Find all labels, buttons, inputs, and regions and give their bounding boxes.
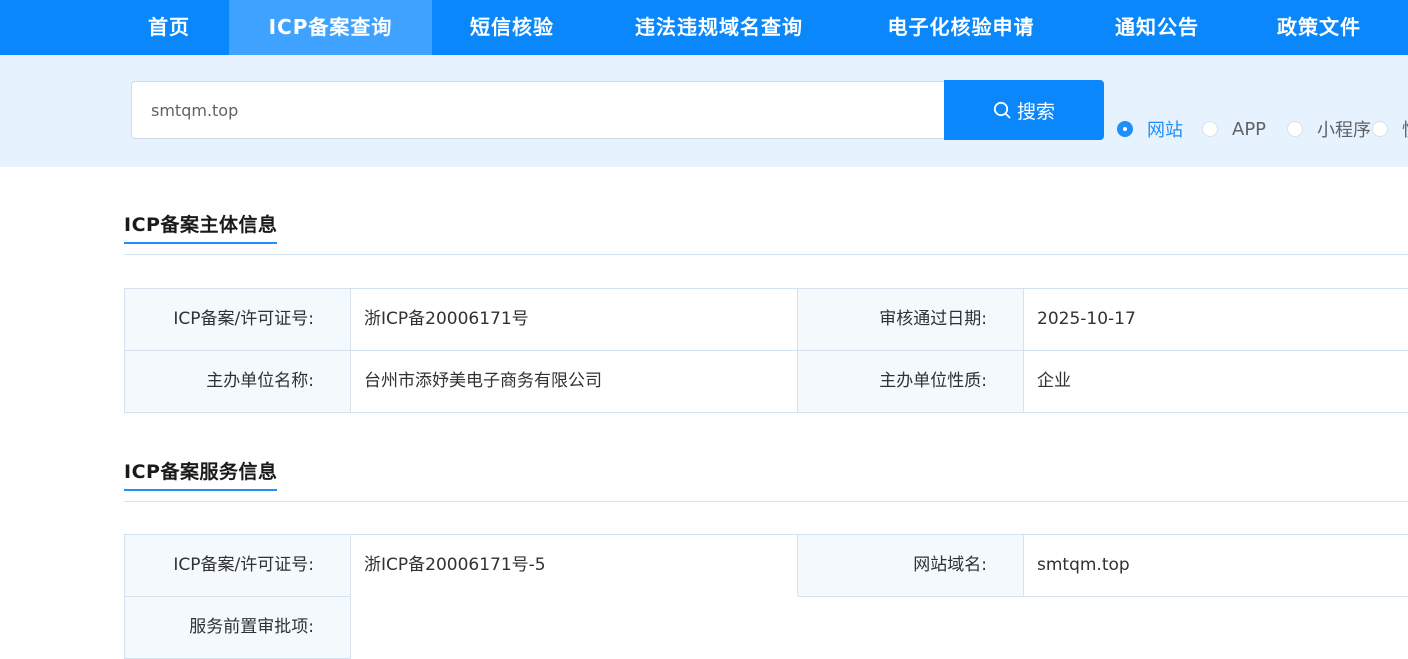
section-divider xyxy=(124,501,1408,502)
service-license-value: 浙ICP备20006171号-5 xyxy=(350,534,798,597)
search-icon xyxy=(993,101,1011,119)
subject-date-label: 审核通过日期: xyxy=(797,288,1024,351)
nav-policy-files[interactable]: 政策文件 xyxy=(1256,0,1382,55)
radio-quick-app-label: 快 xyxy=(1402,116,1408,142)
service-domain-value: smtqm.top xyxy=(1023,534,1408,597)
nav-icp-query[interactable]: ICP备案查询 xyxy=(229,0,432,55)
radio-dot-icon xyxy=(1287,121,1303,137)
search-area: 搜索 网站 APP 小程序 快 xyxy=(0,55,1408,167)
subject-license-value: 浙ICP备20006171号 xyxy=(350,288,798,351)
radio-app-label: APP xyxy=(1232,118,1267,140)
section-underline xyxy=(124,242,277,244)
subject-org-name-label: 主办单位名称: xyxy=(124,350,351,413)
section-underline xyxy=(124,489,277,491)
section-title-subject: ICP备案主体信息 xyxy=(124,214,278,236)
search-button[interactable]: 搜索 xyxy=(944,80,1104,140)
radio-website[interactable]: 网站 xyxy=(1117,118,1183,141)
subject-license-label: ICP备案/许可证号: xyxy=(124,288,351,351)
section-divider xyxy=(124,254,1408,255)
top-nav: 首页 ICP备案查询 短信核验 违法违规域名查询 电子化核验申请 通知公告 政策… xyxy=(0,0,1408,55)
radio-dot-icon xyxy=(1202,121,1218,137)
radio-website-label: 网站 xyxy=(1147,120,1183,141)
subject-date-value: 2025-10-17 xyxy=(1023,288,1408,351)
nav-sms-verify[interactable]: 短信核验 xyxy=(447,0,577,55)
search-button-label: 搜索 xyxy=(1016,100,1055,123)
radio-app[interactable]: APP xyxy=(1202,118,1266,140)
nav-notices[interactable]: 通知公告 xyxy=(1094,0,1220,55)
radio-mini-program[interactable]: 小程序 xyxy=(1287,118,1371,141)
radio-dot-icon xyxy=(1117,121,1133,137)
service-license-label: ICP备案/许可证号: xyxy=(124,534,351,597)
radio-quick-app[interactable]: 快 xyxy=(1372,116,1408,142)
nav-electronic-verify[interactable]: 电子化核验申请 xyxy=(866,0,1056,55)
subject-org-type-label: 主办单位性质: xyxy=(797,350,1024,413)
subject-org-type-value: 企业 xyxy=(1023,350,1408,413)
nav-illegal-domain-query[interactable]: 违法违规域名查询 xyxy=(612,0,826,55)
service-domain-label: 网站域名: xyxy=(797,534,1024,597)
nav-home[interactable]: 首页 xyxy=(119,0,219,55)
subject-org-name-value: 台州市添妤美电子商务有限公司 xyxy=(350,350,798,413)
service-preapproval-label: 服务前置审批项: xyxy=(124,596,351,659)
service-preapproval-value xyxy=(350,596,798,659)
section-title-service: ICP备案服务信息 xyxy=(124,461,278,483)
radio-dot-icon xyxy=(1372,121,1388,137)
search-input[interactable] xyxy=(131,81,944,139)
radio-mini-program-label: 小程序 xyxy=(1317,120,1371,141)
